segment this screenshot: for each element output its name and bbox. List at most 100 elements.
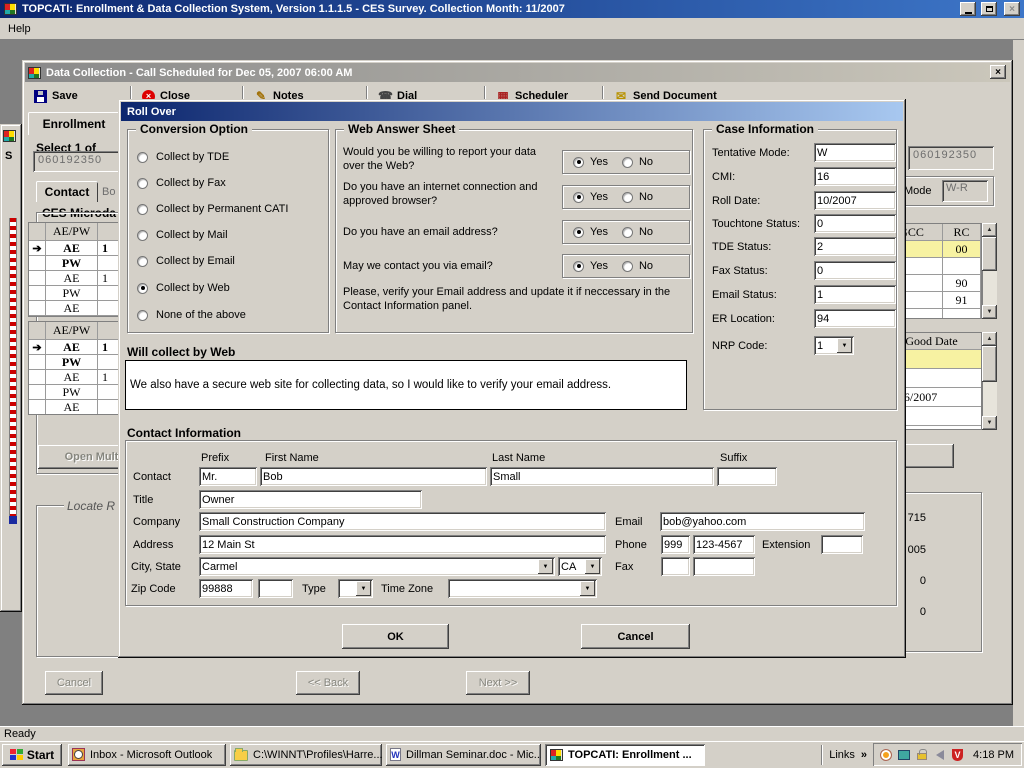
case-id-field-right[interactable]: 060192350 bbox=[908, 146, 994, 170]
scroll-thumb[interactable] bbox=[982, 237, 997, 271]
start-button[interactable]: Start bbox=[2, 744, 62, 766]
option-collect-by-fax[interactable]: Collect by Fax bbox=[137, 177, 226, 189]
menu-help[interactable]: Help bbox=[0, 23, 39, 35]
chevron-down-icon[interactable]: ▼ bbox=[538, 559, 553, 574]
restore-button[interactable] bbox=[981, 2, 997, 16]
tray-lock-icon[interactable] bbox=[915, 748, 928, 761]
tray-display-icon[interactable] bbox=[897, 748, 910, 761]
field-value: 1 bbox=[817, 289, 823, 301]
data-collection-close-icon[interactable]: × bbox=[990, 65, 1006, 79]
tray-shield-icon[interactable]: V bbox=[951, 748, 964, 761]
yes-radio-icon[interactable] bbox=[573, 261, 584, 272]
option-collect-by-permanent-cati[interactable]: Collect by Permanent CATI bbox=[137, 203, 288, 215]
close-button[interactable]: × bbox=[1004, 2, 1020, 16]
scroll-down-icon[interactable]: ▼ bbox=[982, 305, 997, 319]
row-selector-cell bbox=[29, 385, 46, 400]
zip-plus4-field[interactable] bbox=[258, 579, 293, 598]
phone-number-field[interactable]: 123-4567 bbox=[693, 535, 755, 554]
option-collect-by-web[interactable]: Collect by Web bbox=[137, 282, 230, 294]
taskbar-clock[interactable]: 4:18 PM bbox=[969, 749, 1014, 761]
no-radio-icon[interactable] bbox=[622, 192, 633, 203]
no-radio-icon[interactable] bbox=[622, 157, 633, 168]
radio-icon[interactable] bbox=[137, 256, 148, 267]
tab-contact[interactable]: Contact bbox=[36, 181, 98, 202]
task-button-topcati-active[interactable]: TOPCATI: Enrollment ... bbox=[545, 744, 705, 766]
state-combobox[interactable]: CA▼ bbox=[558, 557, 602, 576]
chevron-down-icon[interactable]: ▼ bbox=[837, 338, 852, 353]
background-window-icon bbox=[3, 130, 16, 142]
radio-icon-selected[interactable] bbox=[137, 283, 148, 294]
tde-status-field[interactable]: 2 bbox=[814, 237, 896, 256]
zip-code-field[interactable]: 99888 bbox=[199, 579, 253, 598]
radio-icon[interactable] bbox=[137, 230, 148, 241]
scroll-thumb[interactable] bbox=[982, 346, 997, 382]
task-button-outlook[interactable]: Inbox - Microsoft Outlook bbox=[68, 744, 226, 766]
back-button[interactable]: << Back bbox=[296, 671, 360, 695]
email-status-label: Email Status: bbox=[712, 285, 777, 304]
chevron-right-icon[interactable]: » bbox=[859, 749, 873, 761]
scroll-down-icon[interactable]: ▼ bbox=[982, 416, 997, 430]
task-button-folder[interactable]: C:\WINNT\Profiles\Harre... bbox=[230, 744, 382, 766]
phone-area-field[interactable]: 999 bbox=[661, 535, 690, 554]
title-field[interactable]: Owner bbox=[199, 490, 422, 509]
company-field[interactable]: Small Construction Company bbox=[199, 512, 606, 531]
case-id-field[interactable]: 060192350 bbox=[33, 151, 129, 172]
touchtone-status-field[interactable]: 0 bbox=[814, 214, 896, 233]
radio-icon[interactable] bbox=[137, 178, 148, 189]
company-value: Small Construction Company bbox=[202, 516, 344, 528]
links-toolbar-label[interactable]: Links bbox=[825, 749, 859, 761]
type-combobox[interactable]: ▼ bbox=[338, 579, 373, 598]
scroll-up-icon[interactable]: ▲ bbox=[982, 332, 997, 346]
last-name-field[interactable]: Small bbox=[490, 467, 714, 486]
chevron-down-icon[interactable]: ▼ bbox=[356, 581, 371, 596]
good-date-scrollbar[interactable]: ▲ ▼ bbox=[982, 332, 997, 430]
minimize-button[interactable] bbox=[960, 2, 976, 16]
no-radio-icon[interactable] bbox=[622, 227, 633, 238]
scroll-up-icon[interactable]: ▲ bbox=[982, 223, 997, 237]
time-zone-combobox[interactable]: ▼ bbox=[448, 579, 597, 598]
cancel-button[interactable]: Cancel bbox=[581, 624, 690, 649]
fax-status-field[interactable]: 0 bbox=[814, 261, 896, 280]
chevron-down-icon[interactable]: ▼ bbox=[585, 559, 600, 574]
tab-enrollment[interactable]: Enrollment bbox=[28, 112, 120, 135]
tray-clock-icon[interactable] bbox=[879, 748, 892, 761]
radio-icon[interactable] bbox=[137, 204, 148, 215]
extension-field[interactable] bbox=[821, 535, 863, 554]
er-location-field[interactable]: 94 bbox=[814, 309, 896, 328]
save-button[interactable]: Save bbox=[26, 90, 128, 103]
cmi-field[interactable]: 16 bbox=[814, 167, 896, 186]
next-button[interactable]: Next >> bbox=[466, 671, 530, 695]
web-question-1: Would you be willing to report your data… bbox=[343, 145, 555, 173]
radio-icon[interactable] bbox=[137, 152, 148, 163]
city-combobox[interactable]: Carmel▼ bbox=[199, 557, 555, 576]
gcc-rc-scrollbar[interactable]: ▲ ▼ bbox=[982, 223, 997, 319]
fax-area-field[interactable] bbox=[661, 557, 690, 576]
radio-icon[interactable] bbox=[137, 310, 148, 321]
email-status-field[interactable]: 1 bbox=[814, 285, 896, 304]
nrp-code-select[interactable]: 1▼ bbox=[814, 336, 854, 355]
no-radio-icon[interactable] bbox=[622, 261, 633, 272]
task-button-word[interactable]: WDillman Seminar.doc - Mic... bbox=[386, 744, 541, 766]
first-name-field[interactable]: Bob bbox=[260, 467, 487, 486]
roll-date-field[interactable]: 10/2007 bbox=[814, 191, 896, 210]
tentative-mode-field[interactable]: W bbox=[814, 143, 896, 162]
email-field[interactable]: bob@yahoo.com bbox=[660, 512, 865, 531]
address-field[interactable]: 12 Main St bbox=[199, 535, 606, 554]
option-none-of-the-above[interactable]: None of the above bbox=[137, 309, 246, 321]
tray-speaker-icon[interactable] bbox=[933, 748, 946, 761]
rc-header-cell: RC bbox=[943, 224, 981, 241]
chevron-down-icon[interactable]: ▼ bbox=[580, 581, 595, 596]
ok-button[interactable]: OK bbox=[342, 624, 449, 649]
fax-number-field[interactable] bbox=[693, 557, 755, 576]
yes-radio-icon[interactable] bbox=[573, 157, 584, 168]
option-collect-by-mail[interactable]: Collect by Mail bbox=[137, 229, 228, 241]
no-label: No bbox=[639, 226, 653, 238]
suffix-field[interactable] bbox=[717, 467, 777, 486]
prefix-field[interactable]: Mr. bbox=[199, 467, 257, 486]
cancel-nav-button[interactable]: Cancel bbox=[45, 671, 103, 695]
yes-radio-icon[interactable] bbox=[573, 192, 584, 203]
tentative-mode-label: Tentative Mode: bbox=[712, 143, 790, 162]
option-collect-by-tde[interactable]: Collect by TDE bbox=[137, 151, 229, 163]
yes-radio-icon[interactable] bbox=[573, 227, 584, 238]
option-collect-by-email[interactable]: Collect by Email bbox=[137, 255, 235, 267]
